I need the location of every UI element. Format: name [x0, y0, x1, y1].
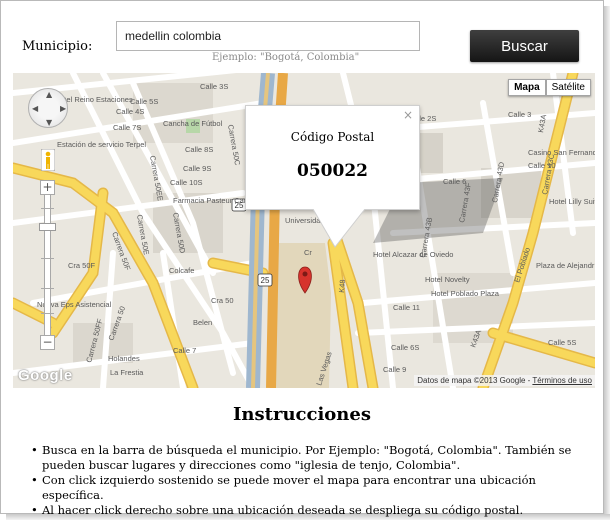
- pegman-icon[interactable]: [41, 149, 55, 171]
- map-attribution: Datos de mapa ©2013 Google - Términos de…: [414, 375, 595, 386]
- zoom-slider-track[interactable]: [44, 192, 51, 342]
- google-logo: Google: [18, 367, 73, 384]
- svg-text:Hotel Lilly Suites: Hotel Lilly Suites: [549, 197, 595, 206]
- attribution-text: Datos de mapa ©2013 Google -: [417, 376, 533, 385]
- svg-text:Calle 11: Calle 11: [393, 303, 420, 312]
- svg-text:Calle 3: Calle 3: [508, 110, 531, 119]
- postal-code-popup: × Código Postal 050022: [245, 105, 420, 210]
- map-type-control[interactable]: Mapa Satélite: [508, 79, 591, 96]
- instructions-list: Busca en la barra de búsqueda el municip…: [31, 443, 596, 518]
- svg-text:Calle 3S: Calle 3S: [200, 82, 228, 91]
- zoom-tick: [41, 258, 54, 259]
- svg-text:Calle 4S: Calle 4S: [116, 107, 144, 116]
- buscar-button[interactable]: Buscar: [470, 30, 579, 62]
- svg-text:Colcafe: Colcafe: [169, 266, 194, 275]
- svg-text:Calle 7S: Calle 7S: [113, 123, 141, 132]
- terms-link[interactable]: Términos de uso: [532, 376, 592, 385]
- zoom-tick: [41, 313, 54, 314]
- postal-code-value: 050022: [297, 161, 368, 181]
- map-type-satelite[interactable]: Satélite: [545, 79, 591, 96]
- svg-text:Del Reino Estaciones: Del Reino Estaciones: [61, 95, 133, 104]
- list-item: Al hacer click derecho sobre una ubicaci…: [31, 503, 596, 518]
- frame-shadow-right: [604, 6, 610, 518]
- municipio-input[interactable]: [116, 21, 420, 51]
- svg-text:Hotel Alcazar de Oviedo: Hotel Alcazar de Oviedo: [373, 250, 453, 259]
- zoom-out-button[interactable]: −: [40, 335, 55, 350]
- zoom-tick: [41, 208, 54, 209]
- zoom-in-button[interactable]: +: [40, 180, 55, 195]
- zoom-tick: [41, 288, 54, 289]
- svg-text:Cr: Cr: [304, 248, 312, 257]
- map-type-mapa[interactable]: Mapa: [508, 79, 546, 96]
- zoom-slider-thumb[interactable]: [39, 223, 56, 231]
- svg-text:Plaza de Alejandría: Plaza de Alejandría: [536, 261, 595, 270]
- svg-text:Cra 50: Cra 50: [211, 296, 234, 305]
- popup-tail: [313, 209, 366, 248]
- svg-text:Calle 9: Calle 9: [383, 365, 406, 374]
- input-hint: Ejemplo: "Bogotá, Colombia": [212, 52, 360, 63]
- svg-text:Hotel Poblado Plaza: Hotel Poblado Plaza: [431, 289, 500, 298]
- svg-text:Calle 7: Calle 7: [173, 346, 196, 355]
- pan-left-icon[interactable]: ◀: [32, 104, 38, 113]
- map-canvas[interactable]: 25 25 Calle 3S Calle 4S Calle 5S Calle 7…: [13, 73, 595, 388]
- route-shield: 25: [257, 273, 273, 287]
- svg-text:Calle 10S: Calle 10S: [170, 178, 203, 187]
- popup-title: Código Postal: [290, 130, 375, 144]
- pan-control[interactable]: ▲ ▼ ◀ ▶: [28, 88, 68, 128]
- svg-text:Belen: Belen: [193, 318, 212, 327]
- svg-text:Hotel Novelty: Hotel Novelty: [425, 275, 470, 284]
- svg-text:Calle 10: Calle 10: [528, 161, 556, 170]
- svg-text:Estación de servicio Terpel: Estación de servicio Terpel: [57, 140, 146, 149]
- svg-text:K43A: K43A: [536, 114, 548, 134]
- svg-text:Calle 5S: Calle 5S: [130, 97, 158, 106]
- pan-right-icon[interactable]: ▶: [60, 104, 66, 113]
- svg-text:Holandes: Holandes: [108, 354, 140, 363]
- instructions-title: Instrucciones: [233, 404, 371, 425]
- svg-text:Calle 9S: Calle 9S: [183, 164, 211, 173]
- svg-text:Casino San Fernando: Casino San Fernando: [528, 148, 595, 157]
- list-item: Con click izquierdo sostenido se puede m…: [31, 473, 596, 503]
- svg-text:La Frestia: La Frestia: [110, 368, 144, 377]
- svg-text:Calle 5S: Calle 5S: [548, 338, 576, 347]
- svg-text:Calle 8S: Calle 8S: [185, 145, 213, 154]
- svg-text:Carrera 50C: Carrera 50C: [226, 124, 242, 167]
- list-item: Busca en la barra de búsqueda el municip…: [31, 443, 596, 473]
- close-icon[interactable]: ×: [403, 108, 413, 122]
- svg-text:Calle 6S: Calle 6S: [391, 343, 419, 352]
- pan-down-icon[interactable]: ▼: [46, 118, 52, 127]
- pan-up-icon[interactable]: ▲: [46, 90, 52, 99]
- svg-text:Cancha de Fútbol: Cancha de Fútbol: [163, 119, 223, 128]
- svg-text:25: 25: [261, 276, 270, 285]
- svg-text:K48: K48: [337, 279, 347, 293]
- svg-text:Cra 50F: Cra 50F: [68, 261, 96, 270]
- municipio-label: Municipio:: [22, 39, 93, 54]
